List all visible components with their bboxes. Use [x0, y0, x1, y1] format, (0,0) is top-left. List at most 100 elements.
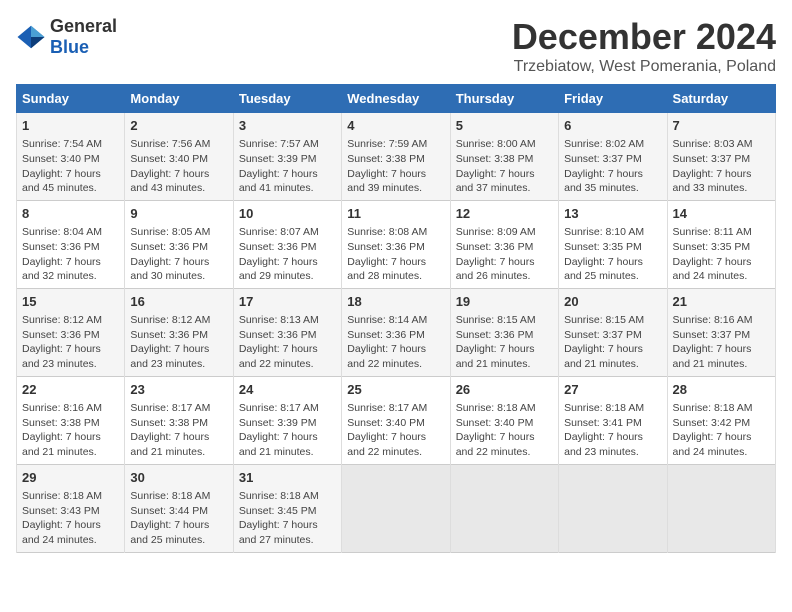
calendar-cell — [559, 464, 667, 552]
calendar-cell: 28Sunrise: 8:18 AMSunset: 3:42 PMDayligh… — [667, 376, 775, 464]
cell-content: Sunrise: 8:11 AMSunset: 3:35 PMDaylight:… — [673, 225, 770, 284]
calendar-cell: 11 Sunrise: 8:08 AMSunset: 3:36 PMDayligh… — [342, 200, 450, 288]
cell-content: Sunrise: 8:12 AMSunset: 3:36 PMDaylight:… — [22, 313, 119, 372]
day-number: 15 — [22, 293, 119, 311]
calendar-cell: 16 Sunrise: 8:12 AMSunset: 3:36 PMDayligh… — [125, 288, 233, 376]
day-number: 2 — [130, 117, 227, 135]
cell-content: Sunrise: 8:17 AMSunset: 3:40 PMDaylight:… — [347, 401, 444, 460]
cell-content: Sunrise: 8:05 AMSunset: 3:36 PMDaylight:… — [130, 225, 227, 284]
day-number: 16 — [130, 293, 227, 311]
column-header-monday: Monday — [125, 85, 233, 113]
calendar-cell: 22 Sunrise: 8:16 AMSunset: 3:38 PMDayligh… — [17, 376, 125, 464]
calendar-cell: 31Sunrise: 8:18 AMSunset: 3:45 PMDayligh… — [233, 464, 341, 552]
cell-content: Sunrise: 8:18 AMSunset: 3:40 PMDaylight:… — [456, 401, 553, 460]
calendar-cell: 24Sunrise: 8:17 AMSunset: 3:39 PMDayligh… — [233, 376, 341, 464]
calendar-table: SundayMondayTuesdayWednesdayThursdayFrid… — [16, 84, 776, 553]
week-row-5: 29 Sunrise: 8:18 AMSunset: 3:43 PMDayligh… — [17, 464, 776, 552]
calendar-cell: 30 Sunrise: 8:18 AMSunset: 3:44 PMDayligh… — [125, 464, 233, 552]
day-number: 13 — [564, 205, 661, 223]
column-header-tuesday: Tuesday — [233, 85, 341, 113]
day-number: 19 — [456, 293, 553, 311]
cell-content: Sunrise: 8:18 AMSunset: 3:44 PMDaylight:… — [130, 489, 227, 548]
day-number: 25 — [347, 381, 444, 399]
main-title: December 2024 — [512, 16, 776, 58]
calendar-cell: 26 Sunrise: 8:18 AMSunset: 3:40 PMDayligh… — [450, 376, 558, 464]
calendar-cell: 4 Sunrise: 7:59 AMSunset: 3:38 PMDaylight… — [342, 113, 450, 201]
calendar-cell: 8 Sunrise: 8:04 AMSunset: 3:36 PMDaylight… — [17, 200, 125, 288]
calendar-cell: 6 Sunrise: 8:02 AMSunset: 3:37 PMDaylight… — [559, 113, 667, 201]
cell-content: Sunrise: 8:04 AMSunset: 3:36 PMDaylight:… — [22, 225, 119, 284]
calendar-cell: 25 Sunrise: 8:17 AMSunset: 3:40 PMDayligh… — [342, 376, 450, 464]
day-number: 12 — [456, 205, 553, 223]
calendar-cell: 7 Sunrise: 8:03 AMSunset: 3:37 PMDaylight… — [667, 113, 775, 201]
week-row-4: 22 Sunrise: 8:16 AMSunset: 3:38 PMDayligh… — [17, 376, 776, 464]
day-number: 8 — [22, 205, 119, 223]
cell-content: Sunrise: 7:57 AMSunset: 3:39 PMDaylight:… — [239, 137, 336, 196]
cell-content: Sunrise: 7:54 AMSunset: 3:40 PMDaylight:… — [22, 137, 119, 196]
calendar-cell: 15 Sunrise: 8:12 AMSunset: 3:36 PMDayligh… — [17, 288, 125, 376]
calendar-cell — [450, 464, 558, 552]
day-number: 22 — [22, 381, 119, 399]
day-number: 6 — [564, 117, 661, 135]
day-number: 30 — [130, 469, 227, 487]
day-number: 17 — [239, 293, 336, 311]
column-header-sunday: Sunday — [17, 85, 125, 113]
day-number: 3 — [239, 117, 336, 135]
calendar-cell: 17Sunrise: 8:13 AMSunset: 3:36 PMDayligh… — [233, 288, 341, 376]
cell-content: Sunrise: 8:09 AMSunset: 3:36 PMDaylight:… — [456, 225, 553, 284]
logo-general: General — [50, 16, 117, 36]
cell-content: Sunrise: 8:02 AMSunset: 3:37 PMDaylight:… — [564, 137, 661, 196]
cell-content: Sunrise: 8:07 AMSunset: 3:36 PMDaylight:… — [239, 225, 336, 284]
cell-content: Sunrise: 8:03 AMSunset: 3:37 PMDaylight:… — [673, 137, 770, 196]
cell-content: Sunrise: 8:17 AMSunset: 3:38 PMDaylight:… — [130, 401, 227, 460]
column-header-thursday: Thursday — [450, 85, 558, 113]
calendar-cell: 5Sunrise: 8:00 AMSunset: 3:38 PMDaylight… — [450, 113, 558, 201]
cell-content: Sunrise: 8:15 AMSunset: 3:36 PMDaylight:… — [456, 313, 553, 372]
logo-blue: Blue — [50, 37, 89, 57]
cell-content: Sunrise: 7:56 AMSunset: 3:40 PMDaylight:… — [130, 137, 227, 196]
day-number: 20 — [564, 293, 661, 311]
cell-content: Sunrise: 8:08 AMSunset: 3:36 PMDaylight:… — [347, 225, 444, 284]
calendar-cell: 2 Sunrise: 7:56 AMSunset: 3:40 PMDaylight… — [125, 113, 233, 201]
cell-content: Sunrise: 8:15 AMSunset: 3:37 PMDaylight:… — [564, 313, 661, 372]
calendar-cell: 23 Sunrise: 8:17 AMSunset: 3:38 PMDayligh… — [125, 376, 233, 464]
header-row: SundayMondayTuesdayWednesdayThursdayFrid… — [17, 85, 776, 113]
column-header-friday: Friday — [559, 85, 667, 113]
calendar-cell: 27Sunrise: 8:18 AMSunset: 3:41 PMDayligh… — [559, 376, 667, 464]
day-number: 9 — [130, 205, 227, 223]
header: General Blue December 2024 Trzebiatow, W… — [16, 16, 776, 76]
calendar-cell: 10Sunrise: 8:07 AMSunset: 3:36 PMDayligh… — [233, 200, 341, 288]
cell-content: Sunrise: 8:18 AMSunset: 3:45 PMDaylight:… — [239, 489, 336, 548]
calendar-cell: 1 Sunrise: 7:54 AMSunset: 3:40 PMDaylight… — [17, 113, 125, 201]
calendar-cell — [667, 464, 775, 552]
day-number: 29 — [22, 469, 119, 487]
cell-content: Sunrise: 8:16 AMSunset: 3:37 PMDaylight:… — [673, 313, 770, 372]
calendar-cell: 21 Sunrise: 8:16 AMSunset: 3:37 PMDayligh… — [667, 288, 775, 376]
day-number: 4 — [347, 117, 444, 135]
day-number: 1 — [22, 117, 119, 135]
cell-content: Sunrise: 8:10 AMSunset: 3:35 PMDaylight:… — [564, 225, 661, 284]
calendar-cell: 18Sunrise: 8:14 AMSunset: 3:36 PMDayligh… — [342, 288, 450, 376]
subtitle: Trzebiatow, West Pomerania, Poland — [512, 58, 776, 76]
title-area: December 2024 Trzebiatow, West Pomerania… — [512, 16, 776, 76]
cell-content: Sunrise: 8:18 AMSunset: 3:43 PMDaylight:… — [22, 489, 119, 548]
cell-content: Sunrise: 8:14 AMSunset: 3:36 PMDaylight:… — [347, 313, 444, 372]
cell-content: Sunrise: 8:00 AMSunset: 3:38 PMDaylight:… — [456, 137, 553, 196]
week-row-3: 15 Sunrise: 8:12 AMSunset: 3:36 PMDayligh… — [17, 288, 776, 376]
calendar-cell: 29 Sunrise: 8:18 AMSunset: 3:43 PMDayligh… — [17, 464, 125, 552]
day-number: 21 — [673, 293, 770, 311]
week-row-1: 1 Sunrise: 7:54 AMSunset: 3:40 PMDaylight… — [17, 113, 776, 201]
cell-content: Sunrise: 8:18 AMSunset: 3:42 PMDaylight:… — [673, 401, 770, 460]
day-number: 26 — [456, 381, 553, 399]
day-number: 7 — [673, 117, 770, 135]
cell-content: Sunrise: 7:59 AMSunset: 3:38 PMDaylight:… — [347, 137, 444, 196]
calendar-cell: 13 Sunrise: 8:10 AMSunset: 3:35 PMDayligh… — [559, 200, 667, 288]
calendar-cell: 20 Sunrise: 8:15 AMSunset: 3:37 PMDayligh… — [559, 288, 667, 376]
cell-content: Sunrise: 8:16 AMSunset: 3:38 PMDaylight:… — [22, 401, 119, 460]
logo: General Blue — [16, 16, 117, 58]
day-number: 11 — [347, 205, 444, 223]
logo-text: General Blue — [50, 16, 117, 58]
cell-content: Sunrise: 8:12 AMSunset: 3:36 PMDaylight:… — [130, 313, 227, 372]
day-number: 23 — [130, 381, 227, 399]
calendar-cell: 9 Sunrise: 8:05 AMSunset: 3:36 PMDaylight… — [125, 200, 233, 288]
